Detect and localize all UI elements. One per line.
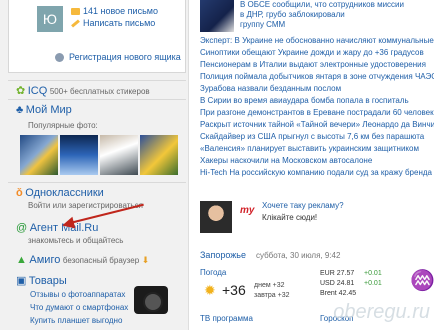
photo-thumbnail[interactable]	[140, 135, 178, 175]
service-title[interactable]: ICQ	[28, 85, 48, 97]
date-text: суббота, 30 июля, 9:42	[256, 251, 341, 260]
cart-icon: ▣	[16, 275, 27, 287]
tv-program-link[interactable]: ТВ программа	[200, 314, 253, 323]
icq-flower-icon: ✿	[16, 85, 26, 97]
left-column: Ю 141 новое письмо Написать письмо Регис…	[0, 0, 189, 330]
news-top-image[interactable]	[200, 0, 234, 32]
ok-icon: ǒ	[16, 187, 23, 199]
popular-photos-label: Популярные фото:	[28, 121, 98, 130]
news-item[interactable]: «Валенсия» планирует выставить украински…	[200, 144, 419, 153]
news-item[interactable]: При разгоне демонстрантов в Ереване пост…	[200, 108, 434, 117]
news-item[interactable]: Скайдайвер из США прыгнул с высоты 7,6 к…	[200, 132, 424, 141]
service-title[interactable]: Товары	[29, 275, 67, 287]
news-item[interactable]: Зурабова назвали безданным послом	[200, 84, 341, 93]
ad-logo: my	[240, 205, 255, 216]
news-item[interactable]: Эксперт: В Украине не обоснованно начисл…	[200, 36, 434, 45]
service-title[interactable]: Мой Мир	[26, 104, 72, 116]
news-item[interactable]: В Сирии во время авиаудара бомба попала …	[200, 96, 409, 105]
avatar[interactable]: Ю	[37, 6, 63, 32]
news-item[interactable]: Раскрыт источник тайной «Тайной вечери» …	[200, 120, 434, 129]
divider	[8, 80, 186, 81]
news-item[interactable]: Пенсионерам в Италии выдают электронные …	[200, 60, 426, 69]
tomorrow-temp: завтра +32	[254, 292, 290, 299]
new-letters-link[interactable]: 141 новое письмо	[83, 6, 158, 16]
goods-link[interactable]: Отзывы о фотоаппаратах	[30, 290, 125, 299]
ad-subtitle: Клікайте сюди!	[262, 213, 318, 222]
news-top-line[interactable]: группу СММ	[240, 20, 285, 29]
service-icq[interactable]: ✿ ICQ 500+ бесплатных стикеров	[16, 84, 188, 97]
eur-delta: +0.01	[364, 270, 382, 277]
service-moi-mir[interactable]: ♣ Мой Мир	[16, 104, 72, 116]
ad-box[interactable]: my Хочете таку рекламу? Клікайте сюди!	[200, 195, 430, 241]
moi-mir-icon: ♣	[16, 104, 24, 116]
service-title[interactable]: Одноклассники	[25, 187, 104, 199]
register-icon	[55, 53, 64, 62]
zodiac-icon[interactable]: ♒	[410, 268, 434, 293]
usd-delta: +0.01	[364, 280, 382, 287]
service-agent[interactable]: @ Агент Mail.Ru	[16, 222, 98, 234]
news-top-line[interactable]: в ДНР, грубо заблокировали	[240, 10, 345, 19]
photo-strip	[16, 135, 186, 175]
weather-link[interactable]: Погода	[200, 268, 226, 277]
news-item[interactable]: Полиция поймала добытчиков янтаря в зоне…	[200, 72, 434, 81]
service-desc: безопасный браузер	[62, 256, 140, 265]
service-amigo[interactable]: ▲ Амиго безопасный браузер ⬇	[16, 254, 188, 266]
service-tovary[interactable]: ▣ Товары	[16, 274, 67, 287]
user-box: Ю 141 новое письмо Написать письмо Регис…	[8, 0, 186, 73]
usd-rate: USD 24.81	[320, 280, 355, 287]
ad-photo	[200, 201, 232, 233]
camera-lens-icon	[143, 292, 163, 312]
news-item[interactable]: Хакеры наскочили на Московском автосалон…	[200, 156, 372, 165]
service-odnoklassniki[interactable]: ǒ Одноклассники	[16, 187, 104, 199]
ad-title[interactable]: Хочете таку рекламу?	[262, 201, 344, 210]
agent-icon: @	[16, 222, 28, 234]
city-link[interactable]: Запорожье	[200, 250, 246, 260]
service-desc: 500+ бесплатных стикеров	[49, 87, 150, 96]
watermark: oberegu.ru	[333, 301, 430, 323]
news-top-line[interactable]: В ОБСЕ сообщили, что сотрудников миссии	[240, 0, 404, 9]
mail-icon	[71, 8, 80, 15]
agent-desc: знакомьтесь и общайтесь	[28, 236, 124, 245]
temperature: +36	[222, 282, 246, 298]
amigo-icon: ▲	[16, 254, 27, 266]
divider	[8, 99, 186, 100]
sun-icon: ✹	[204, 282, 216, 298]
brent-rate: Brent 42.45	[320, 290, 357, 297]
register-link[interactable]: Регистрация нового ящика	[69, 52, 181, 62]
news-item[interactable]: Синоптики обещают Украине дожди и жару д…	[200, 48, 424, 57]
photo-thumbnail[interactable]	[60, 135, 98, 175]
day-temp: днем +32	[254, 282, 285, 289]
divider	[8, 182, 186, 183]
camera-image[interactable]	[134, 286, 168, 314]
write-letter-link[interactable]: Написать письмо	[83, 18, 155, 28]
news-item[interactable]: Hi-Tech На российскую компанию подали су…	[200, 168, 432, 177]
goods-link[interactable]: Купить планшет выгодно	[30, 316, 122, 325]
download-icon: ⬇	[141, 255, 150, 265]
pen-icon	[71, 19, 80, 28]
service-title[interactable]: Амиго	[29, 254, 60, 266]
eur-rate: EUR 27.57	[320, 270, 355, 277]
photo-thumbnail[interactable]	[100, 135, 138, 175]
goods-link[interactable]: Что думают о смартфонах	[30, 303, 128, 312]
photo-thumbnail[interactable]	[20, 135, 58, 175]
